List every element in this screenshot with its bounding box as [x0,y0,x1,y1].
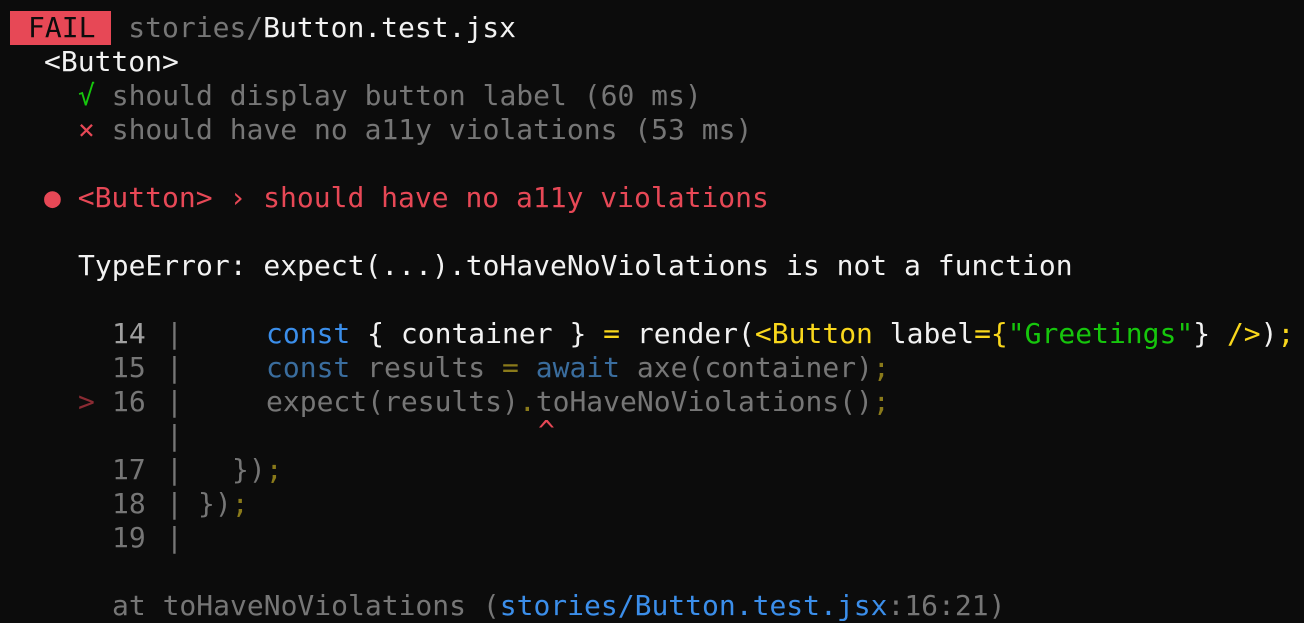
code-line-16: expect(results).toHaveNoViolations(); [266,385,890,418]
bullet-icon: ● [44,181,61,214]
test-result-pass: √ should display button label (60 ms) [78,79,702,113]
terminal-output: FAIL stories/Button.test.jsx <Button> √ … [0,0,1304,622]
error-caret: ^ [538,414,555,447]
cross-icon: × [78,113,95,146]
gutter-separator: | [166,487,183,520]
suite-name: <Button> [44,45,179,78]
file-path-dir: stories/ [128,11,264,44]
current-line-marker: > [78,385,95,418]
gutter-separator: | [166,351,183,384]
failure-title-row: ● <Button> › should have no a11y violati… [44,181,769,215]
error-message: TypeError: expect(...).toHaveNoViolation… [78,249,1073,282]
test-label: should display button label (60 ms) [111,79,702,112]
stack-trace-line: at toHaveNoViolations (stories/Button.te… [112,589,1006,622]
gutter-separator: | [166,453,183,486]
gutter-separator: | [166,521,183,554]
file-path-name: Button.test.jsx [263,11,517,44]
gutter-separator: | [166,317,183,350]
gutter-separator: | [166,419,183,452]
gutter-separator: | [166,385,183,418]
line-number: 14 [112,317,146,350]
line-number: 15 [112,351,146,384]
code-line-18: }); [198,487,249,520]
code-line-15: const results = await axe(container); [266,351,890,384]
line-number: 19 [112,521,146,554]
line-number: 18 [112,487,146,520]
check-icon: √ [78,79,95,112]
test-file-header: FAIL stories/Button.test.jsx [10,11,516,45]
test-result-fail: × should have no a11y violations (53 ms) [78,113,752,147]
test-label: should have no a11y violations (53 ms) [111,113,753,146]
fail-badge: FAIL [10,11,112,45]
line-number: 16 [112,385,146,418]
code-line-14: const { container } = render(<Button lab… [266,317,1295,350]
stack-trace-link[interactable]: stories/Button.test.jsx [500,589,888,622]
code-line-17: }); [232,453,283,486]
failure-title: <Button> › should have no a11y violation… [77,181,769,214]
line-number: 17 [112,453,146,486]
